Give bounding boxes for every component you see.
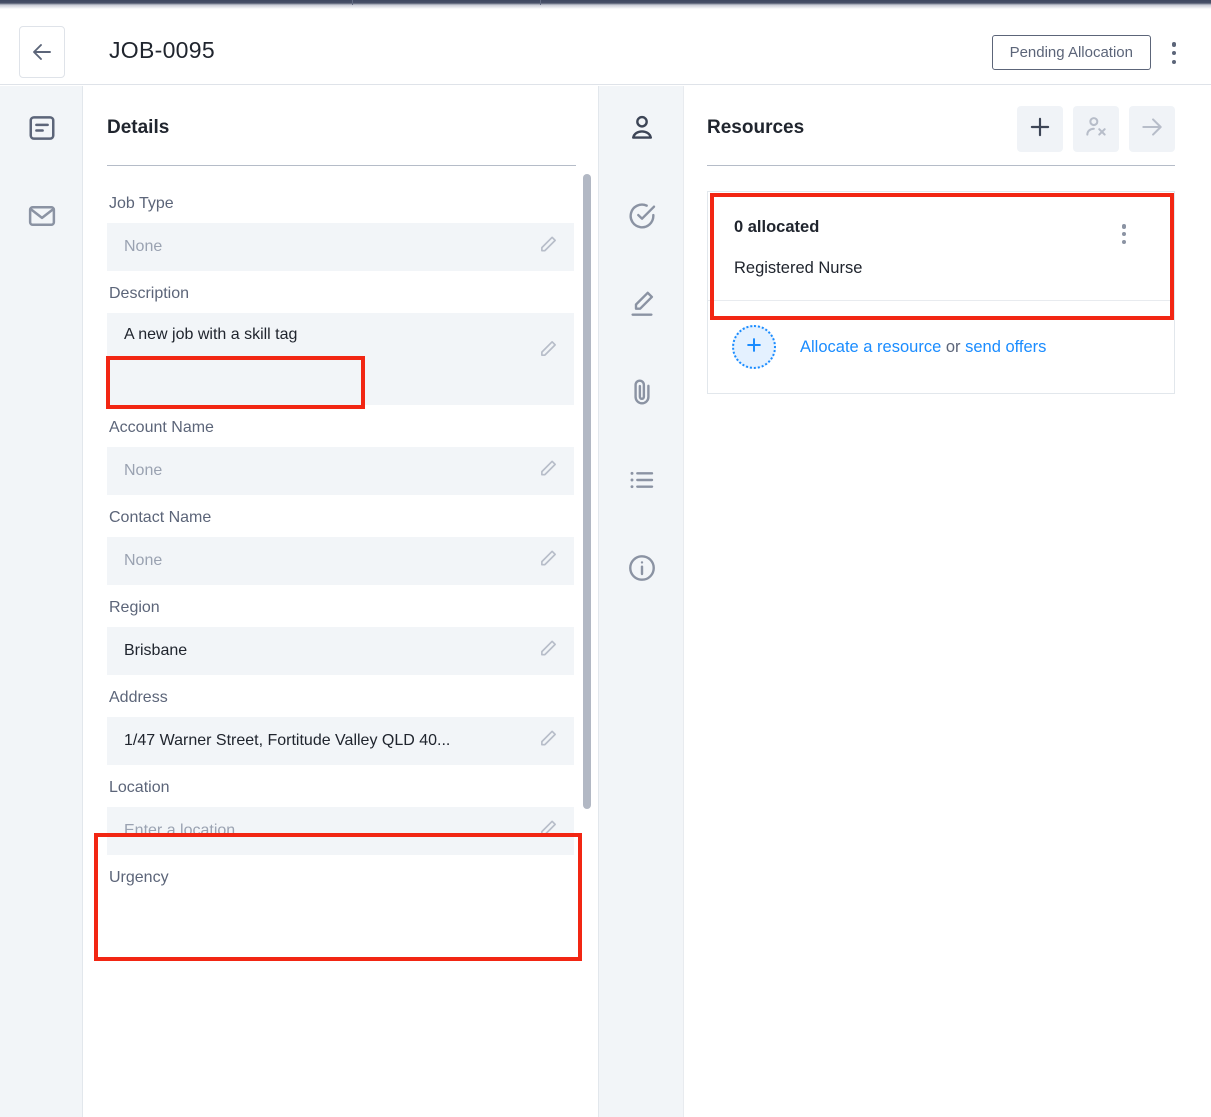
detail-field-label: Urgency xyxy=(107,855,574,897)
detail-field-label: Address xyxy=(107,675,574,717)
sidebar-item-messages[interactable] xyxy=(0,190,83,246)
detail-field: Contact Name None xyxy=(83,495,598,585)
pencil-icon[interactable] xyxy=(537,458,559,485)
detail-field-value[interactable]: A new job with a skill tag xyxy=(107,313,574,405)
status-badge[interactable]: Pending Allocation xyxy=(992,35,1151,70)
envelope-icon xyxy=(27,201,57,236)
details-scrollbar-track[interactable] xyxy=(581,86,594,1117)
rail-item-compliance[interactable] xyxy=(599,192,685,244)
detail-field: Address 1/47 Warner Street, Fortitude Val… xyxy=(83,675,598,765)
paperclip-icon xyxy=(626,376,658,413)
detail-field-label: Account Name xyxy=(107,405,574,447)
top-nav-strip xyxy=(0,0,1211,9)
detail-field: Account Name None xyxy=(83,405,598,495)
arrow-right-icon xyxy=(1139,114,1165,145)
detail-field-label: Region xyxy=(107,585,574,627)
pencil-icon[interactable] xyxy=(537,728,559,755)
list-icon xyxy=(626,464,658,501)
allocate-text: Allocate a resource or send offers xyxy=(800,338,1046,357)
send-offers-link[interactable]: send offers xyxy=(965,338,1046,356)
pen-underline-icon xyxy=(626,288,658,325)
page-header: JOB-0095 Pending Allocation xyxy=(0,9,1211,85)
detail-field-value[interactable]: Brisbane xyxy=(107,627,574,675)
add-resource-button[interactable] xyxy=(1017,106,1063,152)
detail-field-text: None xyxy=(124,238,162,256)
allocate-add-button[interactable] xyxy=(732,325,776,369)
or-separator: or xyxy=(941,338,965,356)
pencil-icon[interactable] xyxy=(537,638,559,665)
check-circle-icon xyxy=(626,200,658,237)
header-more-menu[interactable] xyxy=(1164,39,1184,67)
dispatch-button[interactable] xyxy=(1129,106,1175,152)
pencil-icon[interactable] xyxy=(537,338,559,365)
detail-field-text: None xyxy=(124,462,162,480)
detail-field-text: 1/47 Warner Street, Fortitude Valley QLD… xyxy=(124,732,450,750)
detail-field-value[interactable]: None xyxy=(107,223,574,271)
resource-card-more-menu[interactable] xyxy=(1116,222,1132,246)
detail-field-label: Description xyxy=(107,271,574,313)
pencil-icon[interactable] xyxy=(537,234,559,261)
sidebar-item-job-details[interactable] xyxy=(0,102,83,158)
plus-icon xyxy=(744,335,764,360)
rail-item-attachments[interactable] xyxy=(599,368,685,420)
detail-field-label: Location xyxy=(107,765,574,807)
back-button[interactable] xyxy=(19,26,65,78)
detail-field-label: Job Type xyxy=(107,181,574,223)
info-circle-icon xyxy=(626,552,658,589)
allocate-row: Allocate a resource or send offers xyxy=(708,300,1174,393)
allocated-count: 0 allocated xyxy=(734,218,1150,237)
section-icon-rail xyxy=(598,86,684,1117)
unallocate-button[interactable] xyxy=(1073,106,1119,152)
resource-requirement-card: 0 allocated Registered Nurse Allocate a … xyxy=(707,191,1175,394)
pencil-icon[interactable] xyxy=(537,818,559,845)
detail-field: Region Brisbane xyxy=(83,585,598,675)
details-panel: Details Job Type None Description A new job… xyxy=(83,86,598,1117)
detail-field: Location Enter a location xyxy=(83,765,598,855)
resource-card-summary[interactable]: 0 allocated Registered Nurse xyxy=(708,192,1174,300)
detail-field-text: None xyxy=(124,552,162,570)
detail-field: Urgency xyxy=(83,855,598,897)
detail-field-value[interactable]: None xyxy=(107,537,574,585)
detail-field-text: A new job with a skill tag xyxy=(124,326,297,344)
rail-item-resources[interactable] xyxy=(599,104,685,156)
left-icon-sidebar xyxy=(0,86,83,1117)
required-skill: Registered Nurse xyxy=(734,259,1150,278)
page-title: JOB-0095 xyxy=(109,37,215,64)
resources-divider xyxy=(707,165,1175,166)
resources-actions xyxy=(1017,106,1175,152)
arrow-left-icon xyxy=(30,40,54,64)
detail-field-text: Brisbane xyxy=(124,642,187,660)
rail-item-info[interactable] xyxy=(599,544,685,596)
note-icon xyxy=(27,113,57,148)
allocate-resource-link[interactable]: Allocate a resource xyxy=(800,338,941,356)
rail-item-activity[interactable] xyxy=(599,456,685,508)
details-heading: Details xyxy=(107,117,169,139)
details-divider xyxy=(107,165,576,166)
detail-field-value[interactable]: 1/47 Warner Street, Fortitude Valley QLD… xyxy=(107,717,574,765)
resources-heading: Resources xyxy=(707,117,804,139)
rail-item-signature[interactable] xyxy=(599,280,685,332)
person-x-icon xyxy=(1083,114,1109,145)
details-field-list: Job Type None Description A new job with a … xyxy=(83,181,598,897)
pencil-icon[interactable] xyxy=(537,548,559,575)
resources-panel: Resources xyxy=(684,86,1211,1117)
detail-field-value[interactable]: None xyxy=(107,447,574,495)
job-detail-screen: JOB-0095 Pending Allocation xyxy=(0,0,1211,1117)
detail-field: Description A new job with a skill tag xyxy=(83,271,598,405)
person-icon xyxy=(626,112,658,149)
detail-field-text: Enter a location xyxy=(124,822,235,840)
detail-field-value[interactable]: Enter a location xyxy=(107,807,574,855)
detail-field-label: Contact Name xyxy=(107,495,574,537)
plus-icon xyxy=(1027,114,1053,145)
detail-field: Job Type None xyxy=(83,181,598,271)
details-scrollbar-thumb[interactable] xyxy=(583,174,591,809)
